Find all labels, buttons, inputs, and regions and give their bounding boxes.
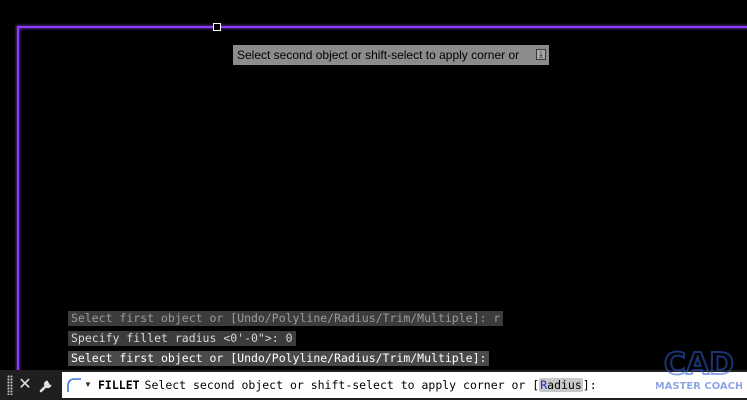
command-history-line: Specify fillet radius <0'-0">: 0	[68, 331, 296, 346]
command-line-input[interactable]: ▼ FILLET Select second object or shift-se…	[62, 372, 747, 398]
wrench-icon[interactable]	[38, 375, 56, 395]
drawing-canvas[interactable]: Select second object or shift-select to …	[0, 0, 747, 370]
dynamic-input-tooltip: Select second object or shift-select to …	[233, 45, 549, 65]
close-icon[interactable]: ✕	[17, 375, 33, 395]
command-name: FILLET	[98, 378, 140, 392]
chevron-down-icon[interactable]: ▼	[84, 376, 92, 394]
command-bar: ✕ ▼ FILLET Select second object or shift-…	[0, 370, 747, 400]
prompt-text: Select second object or shift-select to …	[144, 378, 540, 392]
option-radius[interactable]: Radius	[539, 378, 583, 392]
download-arrow-icon[interactable]: ⤓	[536, 49, 546, 60]
option-label: adius	[547, 378, 582, 392]
polyline-top-segment[interactable]	[17, 26, 747, 28]
polyline-grip[interactable]	[213, 23, 221, 31]
command-history-line: Select first object or [Undo/Polyline/Ra…	[68, 351, 490, 366]
prompt-end: ]:	[582, 378, 597, 392]
logo-text-main: CAD	[664, 347, 734, 382]
polyline-left-segment[interactable]	[17, 26, 19, 370]
fillet-arc-icon[interactable]	[65, 375, 83, 395]
command-history-line: Select first object or [Undo/Polyline/Ra…	[68, 311, 504, 326]
cad-master-coach-logo: CAD MASTER COACH	[655, 344, 744, 392]
logo-text-sub: MASTER COACH	[656, 381, 742, 392]
drag-handle-icon[interactable]	[7, 375, 13, 395]
tooltip-text: Select second object or shift-select to …	[237, 48, 520, 62]
command-prompt: FILLET Select second object or shift-sele…	[98, 372, 597, 398]
